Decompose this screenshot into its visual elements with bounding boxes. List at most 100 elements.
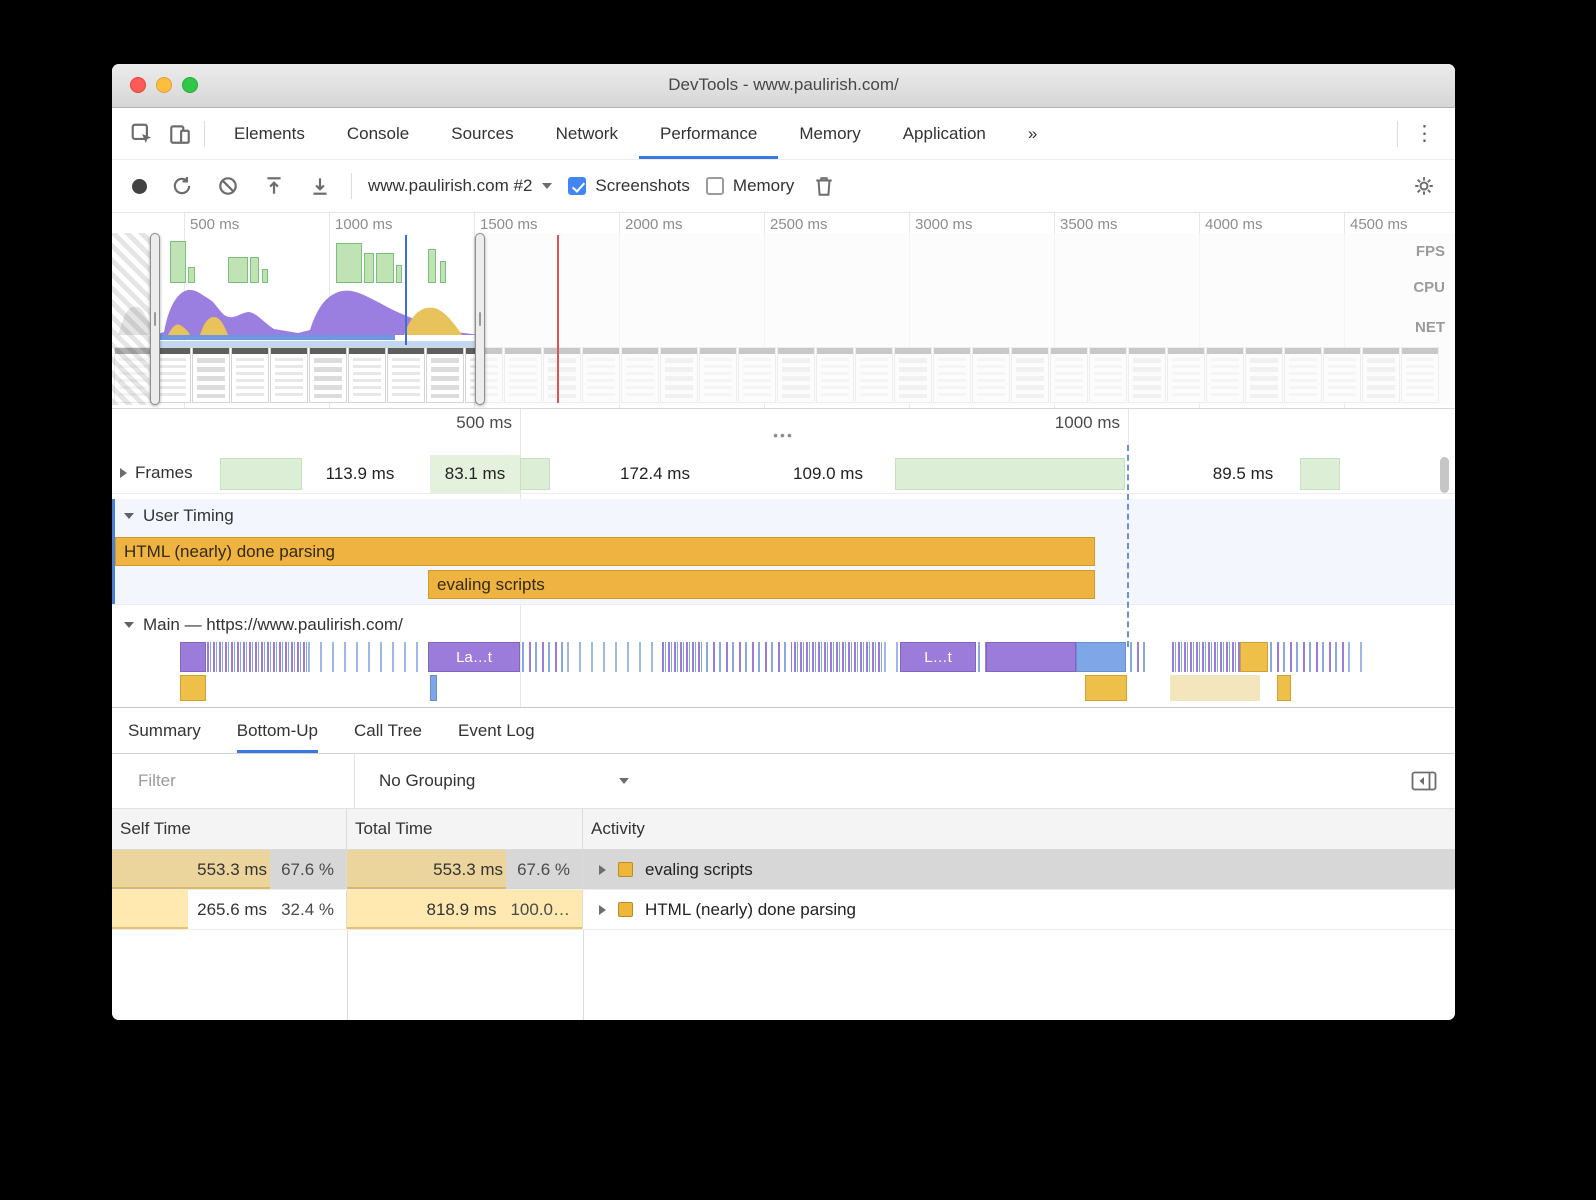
overview-time-label: 1500 ms [480, 216, 538, 233]
flame-segment[interactable]: La…t [428, 642, 520, 672]
screenshot-thumbnail[interactable] [348, 347, 386, 403]
flame-segment[interactable] [978, 642, 986, 672]
flame-segment[interactable] [522, 642, 564, 672]
grouping-select[interactable]: No Grouping [379, 771, 629, 791]
activity-cell: HTML (nearly) done parsing [583, 890, 1455, 929]
flame-segment[interactable] [986, 642, 1076, 672]
table-row[interactable]: 265.6 ms 32.4 % 818.9 ms 100.0… HTML (nearly… [112, 890, 1455, 930]
main-flame-chart[interactable]: La…t L…t [112, 642, 1455, 704]
user-timing-track[interactable]: User Timing HTML (nearly) done parsing ev… [112, 499, 1455, 605]
flame-segment[interactable] [1240, 642, 1268, 672]
timeline-overview[interactable]: FPS CPU NET 500 ms 1000 ms 1500 ms 2000 ms 2… [112, 213, 1455, 409]
flame-segment[interactable] [1076, 642, 1126, 672]
profile-select[interactable]: www.paulirish.com #2 [368, 176, 553, 196]
frames-track[interactable]: 113.9 ms 83.1 ms 172.4 ms 109.0 ms 89.5 ms F… [112, 455, 1455, 494]
flame-segment[interactable] [1085, 675, 1127, 701]
flame-segment[interactable] [180, 642, 206, 672]
screenshot-thumbnail[interactable] [231, 347, 269, 403]
memory-checkbox[interactable]: Memory [705, 176, 794, 196]
screenshot-thumbnail[interactable] [387, 347, 425, 403]
frame-duration-cell[interactable]: 83.1 ms [430, 455, 520, 493]
devtools-menu-icon[interactable]: ⋮ [1402, 121, 1447, 146]
flame-segment[interactable] [662, 642, 704, 672]
close-window-button[interactable] [130, 77, 146, 93]
screenshot-thumbnail[interactable] [426, 347, 464, 403]
more-tabs-chevron[interactable]: » [1007, 108, 1058, 159]
timeline-tracks[interactable]: 113.9 ms 83.1 ms 172.4 ms 109.0 ms 89.5 ms F… [112, 445, 1455, 708]
flame-segment[interactable] [884, 642, 898, 672]
expand-row-icon[interactable] [599, 864, 606, 875]
reload-and-profile-button[interactable] [167, 171, 197, 201]
user-timing-bar[interactable]: HTML (nearly) done parsing [115, 537, 1095, 566]
tab-memory[interactable]: Memory [778, 108, 881, 159]
tab-call-tree[interactable]: Call Tree [354, 708, 422, 753]
flame-segment[interactable] [794, 642, 882, 672]
flame-segment[interactable] [1130, 642, 1146, 672]
tab-console[interactable]: Console [326, 108, 430, 159]
flame-segment[interactable] [567, 642, 662, 672]
screenshots-checkbox[interactable]: Screenshots [568, 176, 690, 196]
flame-segment[interactable] [180, 675, 206, 701]
self-time-value: 553.3 ms [197, 859, 268, 879]
save-profile-button[interactable] [305, 171, 335, 201]
vertical-scrollbar[interactable] [1440, 457, 1449, 493]
tab-summary[interactable]: Summary [128, 708, 201, 753]
load-profile-button[interactable] [259, 171, 289, 201]
user-timing-bar-label: HTML (nearly) done parsing [124, 541, 336, 561]
pane-resize-handle[interactable]: ••• [773, 427, 794, 443]
devtools-tab-bar: Elements Console Sources Network Performance… [112, 108, 1455, 160]
table-row[interactable]: 553.3 ms 67.6 % 553.3 ms 67.6 % evaling scri… [112, 850, 1455, 890]
flame-segment[interactable] [1348, 642, 1364, 672]
user-timing-bar[interactable]: evaling scripts [428, 570, 1095, 599]
column-header-activity[interactable]: Activity [583, 809, 1455, 849]
frames-track-label: Frames [135, 463, 193, 482]
selection-handle-right[interactable] [475, 233, 485, 405]
flame-segment[interactable] [207, 642, 307, 672]
flame-segment[interactable] [308, 642, 420, 672]
flame-segment[interactable]: L…t [900, 642, 976, 672]
screenshot-thumbnail[interactable] [270, 347, 308, 403]
tab-sources[interactable]: Sources [430, 108, 534, 159]
settings-gear-icon[interactable] [1409, 171, 1439, 201]
flame-segment[interactable] [1172, 642, 1240, 672]
expand-frames-icon[interactable] [120, 468, 127, 478]
zoom-window-button[interactable] [182, 77, 198, 93]
filter-input[interactable] [136, 770, 310, 792]
flame-segment[interactable] [1170, 675, 1260, 701]
minimize-window-button[interactable] [156, 77, 172, 93]
column-header-total-time[interactable]: Total Time [347, 809, 583, 849]
device-toolbar-icon[interactable] [164, 118, 196, 150]
tab-application[interactable]: Application [882, 108, 1007, 159]
main-track-header[interactable]: Main — https://www.paulirish.com/ [124, 615, 403, 635]
record-button[interactable] [128, 175, 151, 198]
checkbox-unchecked-icon [705, 177, 724, 195]
selection-handle-left[interactable] [150, 233, 160, 405]
flame-segment[interactable] [1270, 642, 1346, 672]
screenshot-thumbnail[interactable] [309, 347, 347, 403]
screenshot-thumbnail[interactable] [192, 347, 230, 403]
timeline-ruler[interactable]: 500 ms 1000 ms ••• [112, 409, 1455, 445]
tab-performance[interactable]: Performance [638, 108, 779, 159]
total-time-cell: 553.3 ms 67.6 % [347, 850, 583, 889]
devtools-window: DevTools - www.paulirish.com/ Elements Co… [112, 64, 1455, 1020]
frame-bar[interactable] [1300, 458, 1340, 490]
flame-segment[interactable] [706, 642, 792, 672]
column-header-self-time[interactable]: Self Time [112, 809, 347, 849]
window-titlebar[interactable]: DevTools - www.paulirish.com/ [112, 64, 1455, 108]
show-heaviest-stack-icon[interactable] [1407, 766, 1441, 796]
tab-event-log[interactable]: Event Log [458, 708, 535, 753]
clear-recording-button[interactable] [213, 171, 243, 201]
inspect-element-icon[interactable] [126, 118, 158, 150]
fps-lane-label: FPS [1415, 243, 1445, 260]
tab-network[interactable]: Network [535, 108, 639, 159]
frame-bar[interactable] [220, 458, 302, 490]
expand-row-icon[interactable] [599, 904, 606, 915]
collapse-main-icon[interactable] [124, 622, 134, 628]
flame-segment[interactable] [430, 675, 437, 701]
frame-bar[interactable] [520, 458, 550, 490]
tab-bottom-up[interactable]: Bottom-Up [236, 708, 318, 753]
frame-bar[interactable] [895, 458, 1125, 490]
garbage-collect-button[interactable] [810, 171, 838, 201]
tab-elements[interactable]: Elements [213, 108, 326, 159]
flame-segment[interactable] [1277, 675, 1291, 701]
